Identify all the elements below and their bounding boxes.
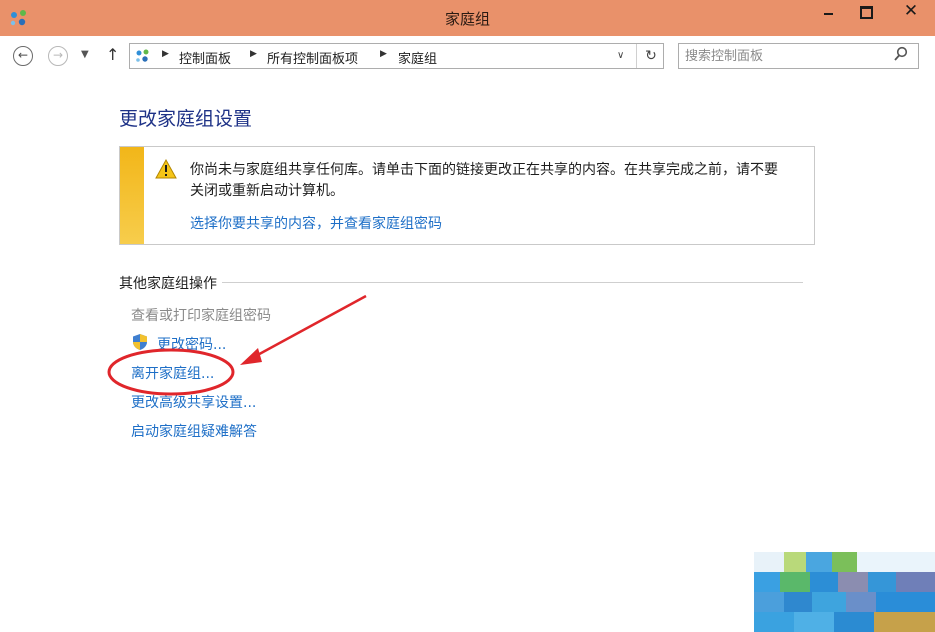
- close-button[interactable]: ✕: [888, 0, 934, 24]
- section-divider: [222, 282, 803, 283]
- homegroup-icon: [136, 49, 149, 62]
- search-icon[interactable]: [894, 46, 908, 66]
- refresh-button[interactable]: ↻: [636, 44, 665, 68]
- window-title: 家庭组: [444, 10, 490, 28]
- breadcrumb-separator-icon[interactable]: ▶: [250, 49, 257, 59]
- address-bar[interactable]: ▶ 控制面板 ▶ 所有控制面板项 ▶ 家庭组 ∨ ↻: [129, 43, 664, 69]
- advanced-sharing-link[interactable]: 更改高级共享设置...: [131, 392, 256, 412]
- recent-locations-dropdown[interactable]: ▼: [81, 49, 89, 60]
- section-title: 其他家庭组操作: [119, 276, 217, 292]
- refresh-icon: ↻: [645, 48, 657, 64]
- page-title: 更改家庭组设置: [119, 108, 253, 130]
- maximize-icon: [860, 6, 873, 19]
- back-arrow-icon: ←: [17, 48, 29, 62]
- address-dropdown-icon[interactable]: ∨: [617, 50, 624, 61]
- leave-homegroup-link[interactable]: 离开家庭组...: [131, 363, 214, 383]
- chevron-down-icon: ▼: [81, 49, 89, 60]
- warning-stripe: [120, 147, 144, 244]
- mosaic-watermark: [754, 552, 935, 632]
- troubleshooter-link[interactable]: 启动家庭组疑难解答: [131, 421, 257, 441]
- forward-button[interactable]: →: [48, 46, 68, 66]
- search-box[interactable]: [678, 43, 919, 69]
- breadcrumb-homegroup[interactable]: 家庭组: [398, 48, 437, 67]
- up-arrow-icon: ↑: [106, 45, 120, 64]
- annotation-arrow-head: [240, 348, 262, 365]
- minimize-icon: [824, 13, 833, 15]
- title-bar: 家庭组 ✕: [0, 0, 935, 36]
- navigation-bar: ← → ▼ ↑ ▶ 控制面板 ▶ 所有控制面板项 ▶ 家庭组 ∨ ↻: [0, 36, 935, 78]
- warning-notice: 你尚未与家庭组共享任何库。请单击下面的链接更改正在共享的内容。在共享完成之前，请…: [119, 146, 815, 245]
- search-icon-glyph: [894, 46, 908, 61]
- back-button[interactable]: ←: [13, 46, 33, 66]
- warning-message: 你尚未与家庭组共享任何库。请单击下面的链接更改正在共享的内容。在共享完成之前，请…: [190, 162, 778, 199]
- close-icon: ✕: [903, 1, 919, 21]
- warning-icon: [155, 159, 177, 179]
- forward-arrow-icon: →: [52, 48, 64, 62]
- breadcrumb-separator-icon[interactable]: ▶: [162, 49, 169, 59]
- change-password-link[interactable]: 更改密码...: [157, 334, 226, 354]
- maximize-button[interactable]: [850, 0, 884, 24]
- search-input[interactable]: [685, 46, 885, 66]
- breadcrumb-control-panel[interactable]: 控制面板: [179, 48, 231, 67]
- uac-shield-icon: [133, 334, 147, 350]
- view-print-password-link: 查看或打印家庭组密码: [131, 308, 271, 324]
- breadcrumb-separator-icon[interactable]: ▶: [380, 49, 387, 59]
- choose-share-link[interactable]: 选择你要共享的内容，并查看家庭组密码: [190, 213, 442, 233]
- up-button[interactable]: ↑: [106, 45, 119, 64]
- breadcrumb-all-items[interactable]: 所有控制面板项: [267, 48, 358, 67]
- minimize-button[interactable]: [812, 0, 846, 24]
